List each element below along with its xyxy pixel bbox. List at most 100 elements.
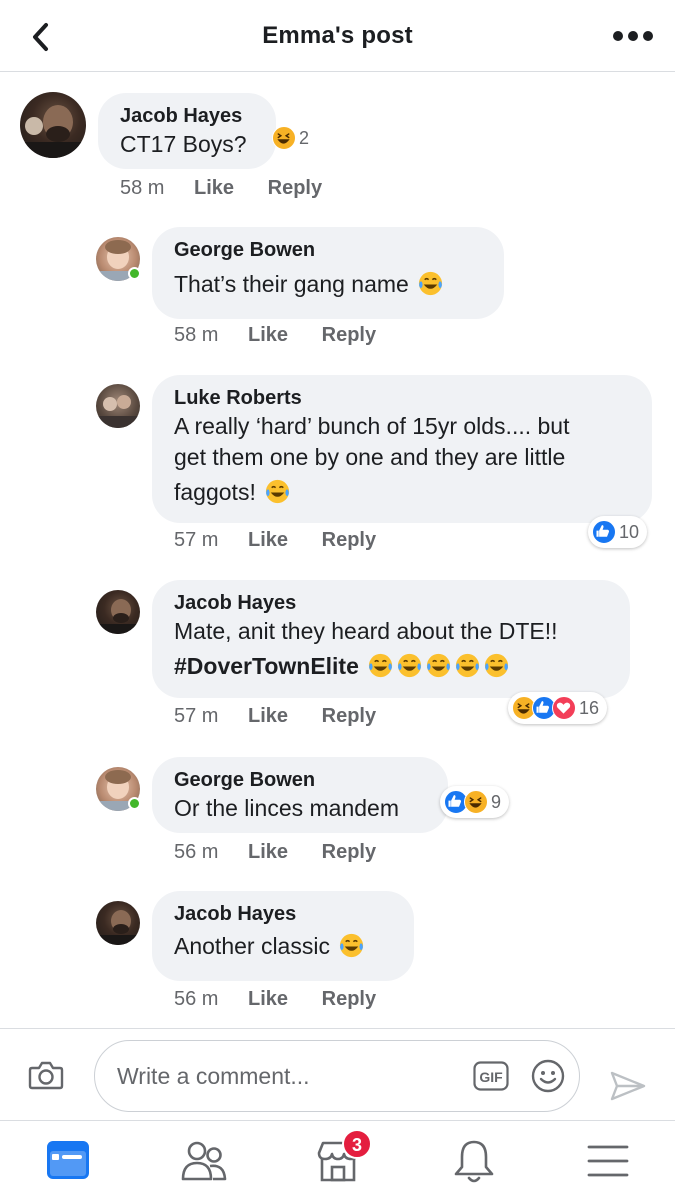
avatar[interactable] <box>96 590 140 634</box>
gif-label: GIF <box>479 1069 503 1085</box>
comment-bubble[interactable]: Luke Roberts A really ‘hard’ bunch of 15… <box>152 375 652 523</box>
tears-of-joy-emoji-icon <box>485 653 509 678</box>
like-button[interactable]: Like <box>248 705 288 728</box>
hashtag-link[interactable]: #DoverTownElite <box>174 653 359 679</box>
comment-text: CT17 Boys? <box>120 131 247 157</box>
bottom-navigation: 3 <box>0 1120 675 1200</box>
camera-button[interactable] <box>28 1059 64 1091</box>
notification-badge: 3 <box>342 1129 372 1159</box>
reaction-summary[interactable]: 16 <box>508 692 608 724</box>
comment-time: 56 m <box>174 841 219 863</box>
emoji-button[interactable] <box>531 1059 565 1093</box>
comment-time: 56 m <box>174 988 219 1010</box>
comment-bubble[interactable]: George Bowen Or the linces mandem <box>152 757 448 833</box>
reply-button[interactable]: Reply <box>322 529 376 552</box>
like-button[interactable]: Like <box>248 324 288 347</box>
gif-button[interactable]: GIF <box>473 1061 509 1091</box>
comment-meta: 57 m Like Reply <box>174 529 376 552</box>
reaction-summary[interactable]: 10 <box>588 516 648 548</box>
comment-text-content: Another classic <box>174 933 330 959</box>
comment-bubble[interactable]: Jacob Hayes Another classic <box>152 891 414 981</box>
online-status-indicator <box>128 267 141 280</box>
comment-input[interactable]: Write a comment... GIF <box>94 1040 580 1112</box>
reaction-count: 9 <box>491 791 502 812</box>
comment-meta: 56 m Like Reply <box>174 841 376 864</box>
smiley-icon <box>531 1059 565 1093</box>
comment-author[interactable]: Luke Roberts <box>174 385 630 411</box>
comment-text: That’s their gang name <box>174 269 482 300</box>
comment-text-content: faggots! <box>174 479 256 505</box>
tears-of-joy-emoji-icon <box>456 653 480 678</box>
comment-author[interactable]: Jacob Hayes <box>174 590 608 616</box>
comment-text: Or the linces mandem <box>174 795 399 821</box>
gif-icon: GIF <box>473 1061 509 1091</box>
camera-icon <box>28 1061 64 1090</box>
comment-meta: 56 m Like Reply <box>174 988 376 1011</box>
comment-input-placeholder: Write a comment... <box>117 1063 310 1089</box>
send-icon <box>610 1071 646 1101</box>
nav-friends[interactable] <box>180 1137 228 1185</box>
comment-text: Another classic <box>174 931 392 962</box>
more-horizontal-icon <box>613 31 653 41</box>
reaction-summary[interactable]: 9 <box>440 786 510 818</box>
comment-bubble[interactable]: Jacob Hayes Mate, anit they heard about … <box>152 580 630 698</box>
comment-time: 57 m <box>174 705 219 727</box>
send-button[interactable] <box>608 1069 648 1103</box>
comment-author[interactable]: George Bowen <box>174 237 482 263</box>
avatar[interactable] <box>20 92 86 158</box>
online-status-indicator <box>128 797 141 810</box>
like-button[interactable]: Like <box>248 529 288 552</box>
more-options-button[interactable] <box>611 22 655 50</box>
comment-meta: 57 m Like Reply <box>174 705 376 728</box>
reply-button[interactable]: Reply <box>322 988 376 1011</box>
reply-button[interactable]: Reply <box>322 841 376 864</box>
tears-of-joy-emoji-icon <box>266 479 290 504</box>
comment-text-line: Mate, anit they heard about the DTE!! <box>174 618 558 644</box>
haha-reaction-icon <box>272 126 296 150</box>
reaction-count: 16 <box>579 697 600 718</box>
notifications-icon <box>454 1140 494 1183</box>
comment-meta: 58 m Like Reply <box>174 324 376 347</box>
menu-icon <box>587 1145 629 1177</box>
header: Emma's post <box>0 0 675 72</box>
tears-of-joy-emoji-icon <box>427 653 451 678</box>
comment-bubble[interactable]: Jacob Hayes CT17 Boys? <box>98 93 276 169</box>
comment-text-line: get them one by one and they are little <box>174 444 566 470</box>
comment-text-content: That’s their gang name <box>174 271 409 297</box>
comment-author[interactable]: Jacob Hayes <box>120 103 254 129</box>
comment-meta: 58 m Like Reply <box>120 177 322 200</box>
comment-text-line: A really ‘hard’ bunch of 15yr olds.... b… <box>174 413 570 439</box>
tears-of-joy-emoji-icon <box>340 933 364 958</box>
love-reaction-icon <box>552 696 576 720</box>
comment-bubble[interactable]: George Bowen That’s their gang name <box>152 227 504 319</box>
tears-of-joy-emoji-icon <box>398 653 422 678</box>
nav-notifications[interactable] <box>450 1137 498 1185</box>
comment-time: 57 m <box>174 529 219 551</box>
like-button[interactable]: Like <box>248 841 288 864</box>
avatar[interactable] <box>96 384 140 428</box>
avatar[interactable] <box>96 901 140 945</box>
news-feed-icon <box>47 1141 89 1179</box>
comment-author[interactable]: Jacob Hayes <box>174 901 392 927</box>
reply-button[interactable]: Reply <box>322 705 376 728</box>
reaction-count: 10 <box>619 521 640 542</box>
comment-author[interactable]: George Bowen <box>174 767 426 793</box>
nav-marketplace[interactable]: 3 <box>314 1129 372 1185</box>
like-reaction-icon <box>592 520 616 544</box>
comment-text: #DoverTownElite <box>174 651 608 682</box>
page-title: Emma's post <box>262 22 413 49</box>
friends-icon <box>181 1141 227 1181</box>
comment-composer: Write a comment... GIF <box>0 1028 675 1120</box>
nav-news-feed[interactable] <box>44 1137 92 1185</box>
nav-menu[interactable] <box>584 1137 632 1185</box>
like-button[interactable]: Like <box>248 988 288 1011</box>
comment-time: 58 m <box>120 177 165 199</box>
reply-button[interactable]: Reply <box>268 177 322 200</box>
reaction-count: 2 <box>299 127 310 148</box>
comment-text: faggots! <box>174 477 630 508</box>
tears-of-joy-emoji-icon <box>369 653 393 678</box>
like-button[interactable]: Like <box>194 177 234 200</box>
reaction-summary[interactable]: 2 <box>268 122 317 154</box>
reply-button[interactable]: Reply <box>322 324 376 347</box>
tears-of-joy-emoji-icon <box>419 271 443 296</box>
